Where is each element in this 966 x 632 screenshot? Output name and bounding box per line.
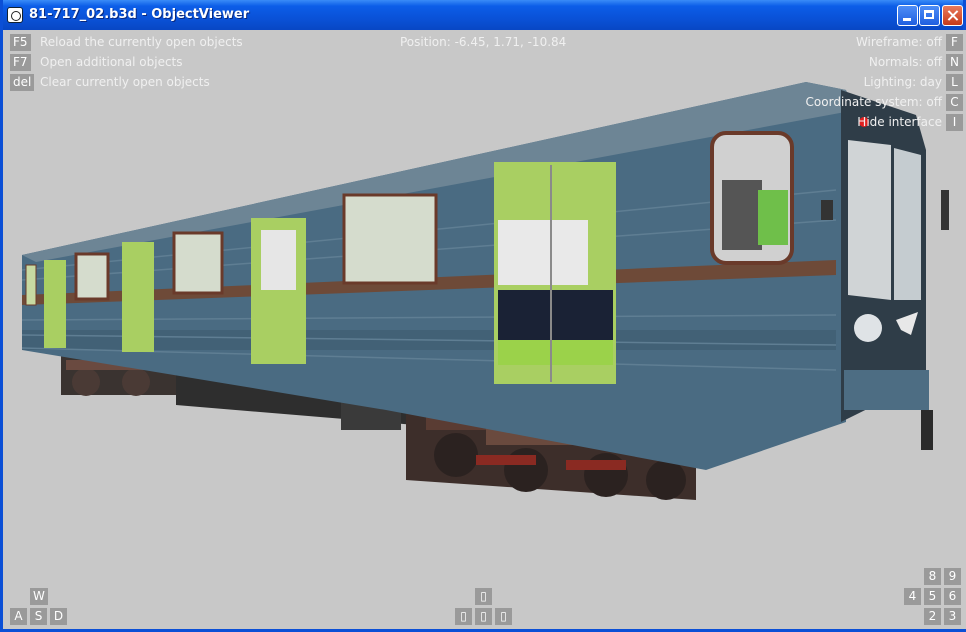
key-f5[interactable]: F5 — [10, 34, 31, 51]
title-bar[interactable]: 81-717_02.b3d - ObjectViewer — [3, 0, 963, 30]
hud-normals-label: Normals: off — [868, 55, 942, 69]
key-i[interactable]: I — [946, 114, 963, 131]
key-a[interactable]: A — [10, 608, 27, 625]
objectviewer-window: 81-717_02.b3d - ObjectViewer F5 Reload t… — [0, 0, 966, 632]
key-arrow-right[interactable]: ▯ — [495, 608, 512, 625]
cab-green-wall — [758, 190, 788, 245]
key-c[interactable]: C — [946, 94, 963, 111]
window-title: 81-717_02.b3d - ObjectViewer — [29, 7, 250, 22]
key-f7[interactable]: F7 — [10, 54, 31, 71]
maximize-button[interactable] — [919, 5, 940, 26]
key-numpad-9[interactable]: 9 — [944, 568, 961, 585]
key-f[interactable]: F — [946, 34, 963, 51]
key-w[interactable]: W — [30, 588, 48, 605]
app-icon[interactable] — [7, 7, 23, 23]
hud-clear-label: Clear currently open objects — [40, 75, 210, 89]
key-numpad-5[interactable]: 5 — [924, 588, 941, 605]
key-numpad-3[interactable]: 3 — [944, 608, 961, 625]
hud-open-label: Open additional objects — [40, 55, 183, 69]
hud-lighting-label: Lighting: day — [863, 75, 942, 89]
hud-reload-label: Reload the currently open objects — [40, 35, 243, 49]
hud-wireframe-label: Wireframe: off — [855, 35, 942, 49]
side-mirror-right — [941, 190, 949, 230]
front-window-left — [848, 140, 891, 300]
front-window-right — [894, 148, 921, 300]
minimize-button[interactable] — [897, 5, 918, 26]
subway-car-model — [21, 82, 949, 500]
side-mirror-left — [821, 200, 833, 220]
key-l[interactable]: L — [946, 74, 963, 91]
key-del[interactable]: del — [10, 74, 35, 91]
headlight — [854, 314, 882, 342]
key-s[interactable]: S — [30, 608, 47, 625]
hud-hide-interface-label: Hide interface — [857, 115, 942, 129]
key-arrow-left[interactable]: ▯ — [455, 608, 472, 625]
camera-position-readout: Position: -6.45, 1.71, -10.84 — [400, 35, 567, 49]
front-bumper — [844, 370, 929, 410]
key-d[interactable]: D — [50, 608, 67, 625]
hud-coordinate-system-label: Coordinate system: off — [805, 95, 942, 109]
cab-panel — [722, 180, 762, 250]
key-numpad-4[interactable]: 4 — [904, 588, 921, 605]
close-button[interactable] — [942, 5, 963, 26]
coupler — [921, 410, 933, 450]
3d-viewport[interactable]: F5 Reload the currently open objects F7 … — [6, 30, 966, 629]
key-n[interactable]: N — [946, 54, 963, 71]
key-arrow-down[interactable]: ▯ — [475, 608, 492, 625]
key-arrow-up[interactable]: ▯ — [475, 588, 492, 605]
key-numpad-6[interactable]: 6 — [944, 588, 961, 605]
key-numpad-2[interactable]: 2 — [924, 608, 941, 625]
key-numpad-8[interactable]: 8 — [924, 568, 941, 585]
